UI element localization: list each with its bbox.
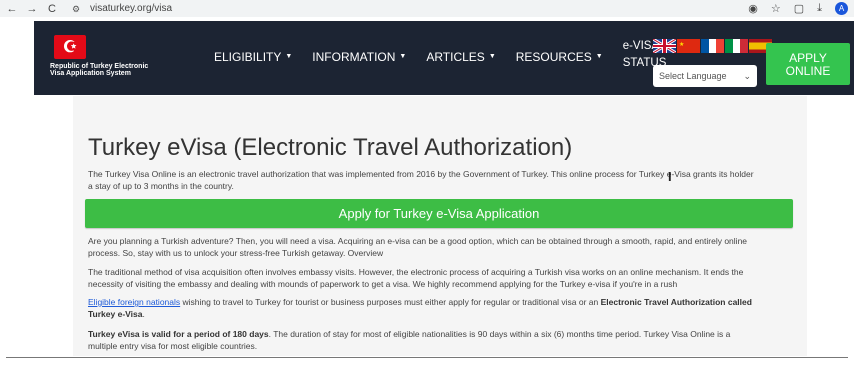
language-flags: ★ [653,39,772,53]
p4-bold: Turkey eVisa is valid for a period of 18… [88,329,269,339]
language-select-value: Select Language [659,71,727,81]
menu-label: ARTICLES [426,49,485,64]
star-icon[interactable]: ☆ [771,2,781,15]
paragraph-eligible: Eligible foreign nationals wishing to tr… [88,296,794,320]
intro-line-2: a stay of up to 3 months in the country. [88,181,234,191]
divider [6,357,848,358]
main-menu: ELIGIBILITY ▼ INFORMATION ▼ ARTICLES ▼ RESO… [214,40,666,70]
site-settings-icon[interactable]: ⚙ [72,4,84,14]
extensions-icon[interactable]: ▢ [794,2,804,15]
page-title: Turkey eVisa (Electronic Travel Authoriz… [88,134,573,161]
p3-text: wishing to travel to Turkey for tourist … [180,297,601,307]
p4-text: . The duration of stay for most of eligi… [268,329,731,339]
language-select[interactable]: Select Language ⌄ [653,65,757,87]
forward-button[interactable]: → [24,1,40,17]
svg-text:★: ★ [679,41,684,48]
logo-line-2: Visa Application System [50,70,131,77]
browser-actions: ◉ ☆ ▢ ⤓ A [748,0,848,17]
uk-flag-icon[interactable] [653,39,676,53]
p3-bold-1: Electronic Travel Authorization called [600,297,752,307]
p2-line-1: The traditional method of visa acquisiti… [88,267,744,277]
p1-line-2: process. So, stay with us to unlock your… [88,248,384,258]
menu-label: RESOURCES [515,49,592,64]
download-icon[interactable]: ⤓ [817,2,822,15]
menu-resources[interactable]: RESOURCES ▼ [516,43,603,70]
eye-off-icon[interactable]: ◉ [748,2,758,15]
p2-line-2: necessity of visiting the embassy and de… [88,279,678,289]
menu-information[interactable]: INFORMATION ▼ [312,43,406,70]
apply-evisa-button[interactable]: Apply for Turkey e-Visa Application [85,199,793,228]
apply-line-2: ONLINE [785,64,831,78]
intro-line-1: The Turkey Visa Online is an electronic … [88,169,754,179]
apply-online-button[interactable]: APPLY ONLINE [766,43,850,85]
profile-avatar[interactable]: A [835,2,848,15]
paragraph-validity: Turkey eVisa is valid for a period of 18… [88,328,794,352]
p3-bold-2: Turkey e-Visa [88,309,143,319]
reload-button[interactable]: C [44,1,60,17]
chevron-down-icon: ⌄ [743,70,751,81]
caret-down-icon: ▼ [488,53,496,60]
china-flag-icon[interactable]: ★ [677,39,700,53]
address-bar[interactable]: ⚙ visaturkey.org/visa [66,1,178,16]
browser-toolbar: ← → C ⚙ visaturkey.org/visa ◉ ☆ ▢ ⤓ A [0,0,854,17]
p1-line-1: Are you planning a Turkish adventure? Th… [88,236,748,246]
back-button[interactable]: ← [4,1,20,17]
france-flag-icon[interactable] [701,39,724,53]
eligible-nationals-link[interactable]: Eligible foreign nationals [88,297,180,307]
text-cursor-icon: I [668,169,672,184]
menu-eligibility[interactable]: ELIGIBILITY ▼ [214,43,292,70]
menu-articles[interactable]: ARTICLES ▼ [426,43,495,70]
logo-text[interactable]: Republic of Turkey Electronic Visa Appli… [50,63,160,77]
logo-line-1: Republic of Turkey Electronic [50,63,149,70]
paragraph-traditional: The traditional method of visa acquisiti… [88,266,794,290]
menu-label: INFORMATION [312,49,396,64]
italy-flag-icon[interactable] [725,39,748,53]
crescent-icon: ☪ [62,39,78,56]
p4-line-2: multiple entry visa for most eligible co… [88,341,258,351]
main-content: Turkey eVisa (Electronic Travel Authoriz… [73,96,807,356]
turkey-flag-logo[interactable]: ☪ [54,35,86,59]
menu-label: ELIGIBILITY [214,49,282,64]
site-header: ☪ Republic of Turkey Electronic Visa App… [34,21,854,95]
caret-down-icon: ▼ [399,53,407,60]
url-text[interactable]: visaturkey.org/visa [90,3,172,14]
caret-down-icon: ▼ [285,53,293,60]
paragraph-planning: Are you planning a Turkish adventure? Th… [88,235,794,259]
p3-end: . [142,309,145,319]
intro-paragraph: The Turkey Visa Online is an electronic … [88,168,794,192]
caret-down-icon: ▼ [595,53,603,60]
